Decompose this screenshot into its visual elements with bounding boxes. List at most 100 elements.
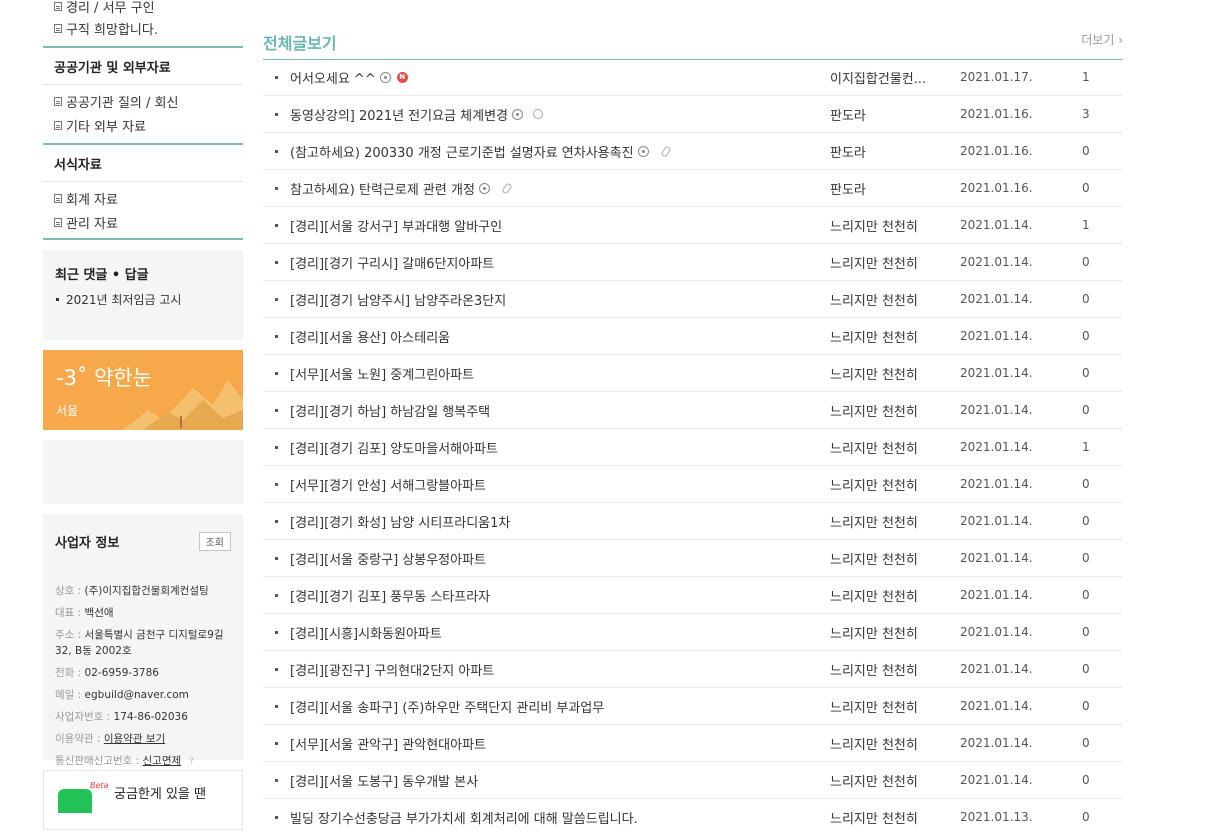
menu-item-label: 관리 자료 [66,216,118,232]
menu-item-external[interactable]: 기타 외부 자료 [43,113,243,137]
menu-item-accounting[interactable]: 회계 자료 [43,186,243,210]
menu-title-public: 공공기관 및 외부자료 [43,48,243,85]
post-date: 2021.01.14. [960,662,1033,676]
business-report-line: 통신판매신고번호 : 신고면제? [55,753,231,770]
post-view-count: 0 [1082,810,1090,824]
post-title-text: 어서오세요 ^^ [290,71,376,87]
weather-widget[interactable]: -3˚ 약한눈 서울 [43,350,243,430]
post-author[interactable]: 느리지만 천천히 [830,734,960,753]
bullet-icon [275,260,278,264]
post-date: 2021.01.14. [960,292,1033,306]
post-title[interactable]: [경리][시흥]시화동원아파트 [290,623,830,642]
menu-item-management[interactable]: 관리 자료 [43,210,243,234]
post-title[interactable]: [서무][경기 안성] 서해그랑블아파트 [290,475,830,494]
post-date: 2021.01.14. [960,773,1033,787]
post-row: [경리][경기 구리시] 갈매6단지아파트 느리지만 천천히 2021.01.1… [263,244,1123,281]
post-title-text: 동영상강의] 2021년 전기요금 체계변경 [290,108,508,124]
post-author[interactable]: 판도라 [830,105,960,124]
post-view-count: 0 [1082,736,1090,750]
post-title[interactable]: [경리][경기 김포] 풍무동 스타프라자 [290,586,830,605]
post-title[interactable]: [경리][서울 송파구] (주)하우만 주택단지 관리비 부과업무 [290,697,830,716]
post-title[interactable]: 어서오세요 ^^ N [290,68,830,87]
post-title[interactable]: [서무][서울 관악구] 관악현대아파트 [290,734,830,753]
post-author[interactable]: 느리지만 천천히 [830,586,960,605]
post-author[interactable]: 느리지만 천천히 [830,401,960,420]
post-title[interactable]: [경리][경기 남양주시] 남양주라온3단지 [290,290,830,309]
post-author[interactable]: 느리지만 천천히 [830,364,960,383]
post-title[interactable]: (참고하세요) 200330 개정 근로기준법 설명자료 연차사용촉진 [290,142,830,161]
business-lookup-button[interactable]: 조회 [198,532,231,551]
post-date: 2021.01.16. [960,107,1033,121]
post-author[interactable]: 느리지만 천천히 [830,290,960,309]
help-icon[interactable]: ? [189,757,194,767]
post-title[interactable]: [경리][경기 구리시] 갈매6단지아파트 [290,253,830,272]
post-author[interactable]: 느리지만 천천히 [830,475,960,494]
post-author[interactable]: 느리지만 천천히 [830,438,960,457]
post-title[interactable]: [경리][경기 김포] 양도마을서해아파트 [290,438,830,457]
post-date: 2021.01.14. [960,588,1033,602]
post-title-text: 참고하세요) 탄력근로제 관련 개정 [290,182,475,198]
more-link[interactable]: 더보기 › [1081,31,1123,48]
robot-icon [58,789,92,813]
post-author[interactable]: 느리지만 천천히 [830,771,960,790]
menu-item-public-qa[interactable]: 공공기관 질의 / 회신 [43,89,243,113]
post-date: 2021.01.14. [960,403,1033,417]
business-info-title: 사업자 정보 [55,536,120,551]
recent-comments-box: 최근 댓글 • 답글 2021년 최저임금 고시 [43,250,243,340]
post-date: 2021.01.14. [960,366,1033,380]
report-exempt-link[interactable]: 신고면제 [143,755,182,767]
post-author[interactable]: 느리지만 천천히 [830,623,960,642]
menu-item-job-offer[interactable]: 경리 / 서무 구인 [43,0,243,16]
post-author[interactable]: 느리지만 천천히 [830,253,960,272]
line-key: 전화 : [55,667,85,679]
menu-item-job-wanted[interactable]: 구직 희망합니다. [43,16,243,40]
post-row: [서무][서울 관악구] 관악현대아파트 느리지만 천천히 2021.01.14… [263,725,1123,762]
line-value: 백선애 [84,607,114,619]
post-author[interactable]: 느리지만 천천히 [830,512,960,531]
bullet-icon [275,371,278,375]
menu-title-forms: 서식자료 [43,145,243,182]
terms-link[interactable]: 이용약관 보기 [104,733,165,745]
post-title[interactable]: [서무][서울 노원] 중계그린아파트 [290,364,830,383]
post-author[interactable]: 느리지만 천천히 [830,216,960,235]
bullet-icon [275,667,278,671]
post-title[interactable]: [경리][서울 중랑구] 상봉우정아파트 [290,549,830,568]
business-number-line: 사업자번호 : 174-86-02036 [55,709,231,725]
post-author[interactable]: 느리지만 천천히 [830,549,960,568]
mountain-icon [123,380,243,430]
post-title[interactable]: [경리][서울 용산] 아스테리움 [290,327,830,346]
post-row: [경리][경기 김포] 풍무동 스타프라자 느리지만 천천히 2021.01.1… [263,577,1123,614]
bullet-icon [275,556,278,560]
bullet-icon [275,815,278,819]
post-view-count: 0 [1082,255,1090,269]
post-author[interactable]: 판도라 [830,142,960,161]
post-view-count: 1 [1082,440,1090,454]
post-author[interactable]: 느리지만 천천히 [830,697,960,716]
post-title[interactable]: [경리][경기 하남] 하남감일 행복주택 [290,401,830,420]
board-icon [54,23,62,33]
bullet-icon [275,445,278,449]
post-row: [경리][서울 중랑구] 상봉우정아파트 느리지만 천천히 2021.01.14… [263,540,1123,577]
post-author[interactable]: 느리지만 천천히 [830,808,960,827]
post-title[interactable]: [경리][경기 화성] 남양 시티프라디움1차 [290,512,830,531]
post-author[interactable]: 이지집합건물컨... [830,68,960,87]
attachment-icon [659,144,672,158]
post-author[interactable]: 느리지만 천천히 [830,327,960,346]
post-author[interactable]: 판도라 [830,179,960,198]
chatbot-help-box[interactable]: Beta 궁금한게 있을 땐 [43,770,243,830]
image-icon [379,71,391,83]
post-title[interactable]: 동영상강의] 2021년 전기요금 체계변경 [290,105,830,124]
board-icon [54,96,62,106]
new-badge-icon: N [396,71,408,83]
post-title[interactable]: [경리][서울 도봉구] 동우개발 본사 [290,771,830,790]
cafe-page: 경리 / 서무 구인 구직 희망합니다. 공공기관 및 외부자료 공공기관 질의… [0,0,1208,834]
section-title[interactable]: 전체글보기 [263,30,337,54]
menu-item-label: 기타 외부 자료 [66,119,147,135]
post-title[interactable]: [경리][광진구] 구의현대2단지 아파트 [290,660,830,679]
recent-comment-item[interactable]: 2021년 최저임금 고시 [55,291,231,308]
help-text: 궁금한게 있을 땐 [114,787,206,802]
post-title[interactable]: [경리][서울 강서구] 부과대행 알바구인 [290,216,830,235]
post-title[interactable]: 빌딩 장기수선충당금 부가가치세 회계처리에 대해 말씀드립니다. [290,808,830,827]
post-title[interactable]: 참고하세요) 탄력근로제 관련 개정 [290,179,830,198]
post-author[interactable]: 느리지만 천천히 [830,660,960,679]
